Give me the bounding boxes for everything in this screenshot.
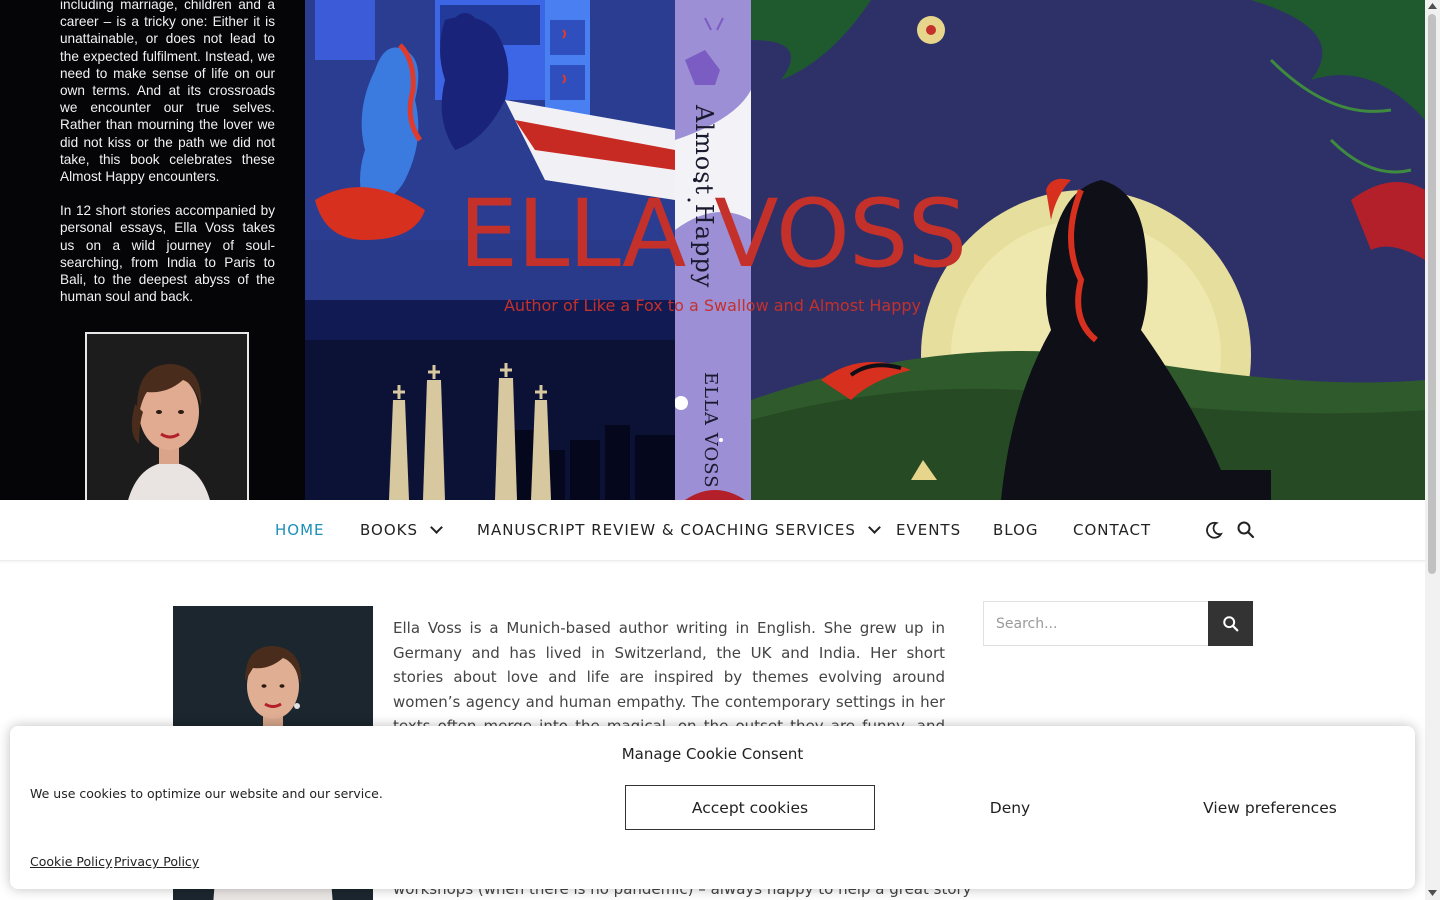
- nav-item-label: CONTACT: [1073, 521, 1152, 539]
- nav-item-label: BLOG: [993, 521, 1039, 539]
- chevron-down-icon: [868, 521, 881, 534]
- chevron-down-icon: [430, 521, 443, 534]
- privacy-policy-link[interactable]: Privacy Policy: [114, 854, 199, 869]
- cookie-policy-link[interactable]: Cookie Policy: [30, 854, 112, 869]
- nav-item-contact[interactable]: CONTACT: [1073, 521, 1151, 539]
- nav-item-label: EVENTS: [896, 521, 962, 539]
- author-photo: [85, 332, 249, 500]
- view-preferences-button[interactable]: View preferences: [1145, 785, 1395, 830]
- main-navigation: HOME BOOKS MANUSCRIPT REVIEW & COACHING …: [0, 500, 1425, 561]
- deny-cookies-button[interactable]: Deny: [885, 785, 1135, 830]
- book-cover-art-bottom: [305, 340, 675, 500]
- accept-cookies-button[interactable]: Accept cookies: [625, 785, 875, 830]
- nav-item-events[interactable]: EVENTS: [896, 521, 961, 539]
- site-title[interactable]: ELLA VOSS: [0, 180, 1425, 290]
- spine-author-name: ELLA VOSS: [700, 372, 721, 489]
- nav-item-label: MANUSCRIPT REVIEW & COACHING SERVICES: [477, 521, 856, 539]
- search-icon[interactable]: [1236, 520, 1256, 540]
- hero-banner: including marriage, children and a caree…: [0, 0, 1425, 500]
- nav-item-manuscript-review[interactable]: MANUSCRIPT REVIEW & COACHING SERVICES: [477, 521, 881, 539]
- moon-icon[interactable]: [1204, 520, 1224, 540]
- nav-item-blog[interactable]: BLOG: [993, 521, 1039, 539]
- search-input[interactable]: [983, 601, 1209, 646]
- cookie-banner-message: We use cookies to optimize our website a…: [30, 786, 383, 801]
- cookie-banner-title: Manage Cookie Consent: [621, 745, 804, 763]
- cover-illustration-spires: [305, 340, 675, 500]
- nav-item-label: BOOKS: [360, 521, 418, 539]
- search-button[interactable]: [1208, 601, 1253, 646]
- scroll-down-arrow-icon[interactable]: [1428, 889, 1437, 897]
- site-tagline: Author of Like a Fox to a Swallow and Al…: [503, 296, 922, 315]
- nav-item-books[interactable]: BOOKS: [360, 521, 443, 539]
- nav-item-label: HOME: [275, 521, 325, 539]
- author-portrait-illustration: [87, 334, 247, 500]
- cookie-consent-banner: Manage Cookie Consent We use cookies to …: [10, 726, 1415, 889]
- page: including marriage, children and a caree…: [0, 0, 1440, 900]
- sidebar-search-widget: [983, 601, 1253, 646]
- nav-item-home[interactable]: HOME: [275, 521, 325, 539]
- scrollbar-thumb[interactable]: [1428, 14, 1436, 574]
- scroll-up-arrow-icon[interactable]: [1428, 2, 1437, 10]
- search-icon: [1222, 615, 1238, 631]
- blurb-paragraph-1: including marriage, children and a caree…: [60, 0, 275, 185]
